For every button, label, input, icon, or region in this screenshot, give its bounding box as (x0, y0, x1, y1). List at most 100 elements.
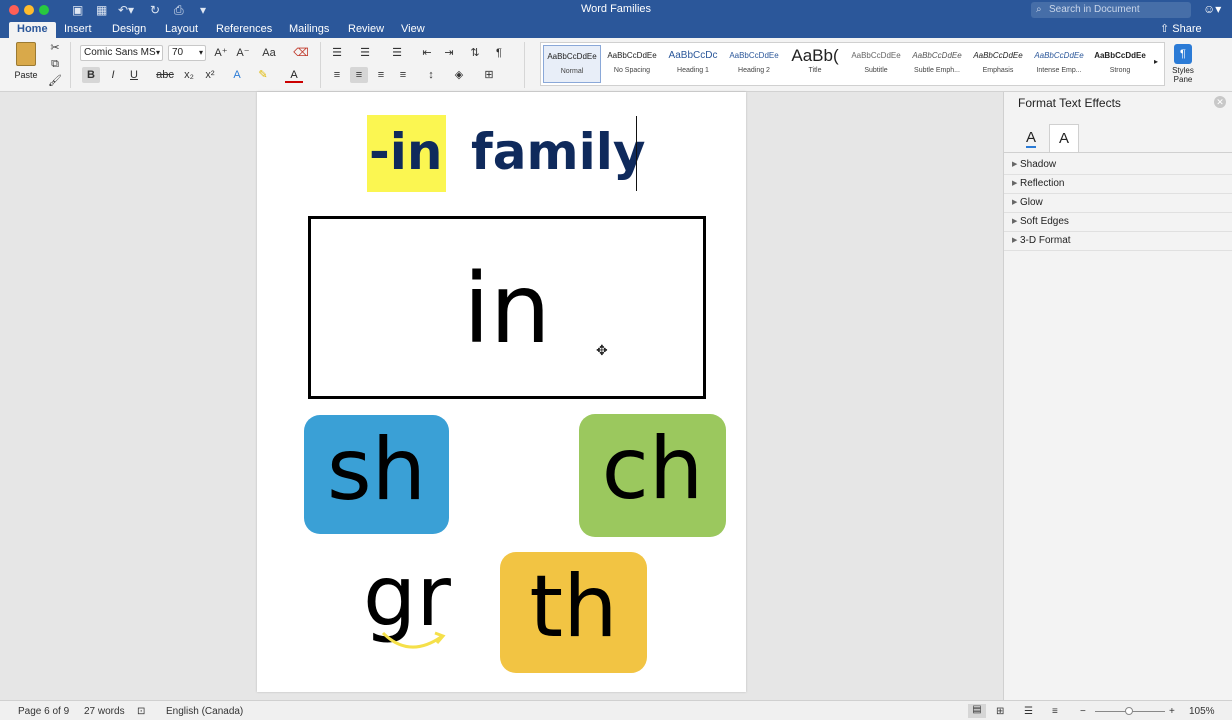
zoom-out-icon[interactable]: − (1080, 706, 1086, 717)
align-left-icon[interactable]: ≡ (328, 67, 346, 83)
cut-icon[interactable]: ✂ (46, 40, 64, 56)
chevron-down-icon: ▾ (198, 48, 203, 57)
multilevel-list-icon[interactable]: ☰ (388, 45, 406, 61)
style-name: Title (808, 67, 822, 74)
numbering-icon[interactable]: ☰ (356, 45, 374, 61)
draft-view-icon[interactable]: ≡ (1052, 706, 1058, 717)
strikethrough-button[interactable]: abc (156, 67, 174, 83)
account-icon[interactable]: ☺▾ (1203, 2, 1221, 16)
decrease-indent-icon[interactable]: ⇤ (418, 45, 436, 61)
shading-icon[interactable]: ◈ (450, 67, 468, 83)
heading-family[interactable]: family (471, 122, 645, 182)
language[interactable]: English (Canada) (166, 706, 243, 717)
outline-view-icon[interactable]: ☰ (1024, 706, 1033, 717)
format-painter-icon[interactable]: 🖌 (46, 73, 64, 89)
style-emphasis[interactable]: AaBbCcDdEe Emphasis (969, 45, 1027, 83)
font-color-icon[interactable]: A (285, 67, 303, 83)
close-icon[interactable]: ✕ (1214, 96, 1226, 108)
style-intense-emphasis[interactable]: AaBbCcDdEe Intense Emp... (1030, 45, 1088, 83)
word-box[interactable]: in (308, 216, 706, 399)
move-cursor-icon: ✥ (596, 342, 608, 358)
share-button[interactable]: ⇧ Share (1160, 22, 1202, 35)
style-title[interactable]: AaBb(Title (786, 45, 844, 83)
web-layout-icon[interactable]: ⊞ (996, 706, 1004, 717)
style-strong[interactable]: AaBbCcDdEe Strong (1091, 45, 1149, 83)
tab-layout[interactable]: Layout (157, 22, 206, 38)
section-glow[interactable]: ▶ Glow (1004, 194, 1232, 213)
text-effects-tab[interactable]: A (1049, 124, 1079, 152)
show-formatting-icon[interactable]: ¶ (490, 45, 508, 61)
style-preview: AaBbCcDdEe (851, 51, 901, 60)
style-heading-2[interactable]: AaBbCcDdEe Heading 2 (725, 45, 783, 83)
bullets-icon[interactable]: ☰ (328, 45, 346, 61)
print-layout-icon[interactable]: ▤ (968, 704, 986, 718)
zoom-in-icon[interactable]: + (1169, 706, 1175, 717)
subscript-button[interactable]: x₂ (180, 67, 198, 83)
heading-suffix[interactable]: -in (369, 122, 443, 182)
gallery-more-icon[interactable]: ▸ (1154, 57, 1158, 66)
styles-pane-button[interactable]: ¶ Styles Pane (1168, 44, 1198, 84)
text-fill-outline-tab[interactable]: A (1016, 124, 1046, 152)
style-preview: AaBbCcDdEe (912, 51, 962, 60)
paste-button[interactable]: Paste (10, 42, 42, 80)
style-preview: AaBbCcDdEe (1094, 51, 1146, 60)
tile-sh[interactable]: sh (304, 415, 449, 534)
copy-icon[interactable]: ⧉ (46, 56, 64, 72)
share-label: Share (1172, 23, 1202, 35)
section-soft-edges[interactable]: ▶ Soft Edges (1004, 213, 1232, 232)
zoom-slider-handle[interactable] (1125, 707, 1133, 715)
section-label: Reflection (1020, 178, 1065, 189)
style-subtle-emphasis[interactable]: AaBbCcDdEe Subtle Emph... (908, 45, 966, 83)
grow-font-icon[interactable]: A⁺ (212, 45, 230, 61)
expand-icon: ▶ (1012, 237, 1018, 244)
tab-insert[interactable]: Insert (56, 22, 100, 38)
expand-icon: ▶ (1012, 180, 1018, 187)
align-center-icon[interactable]: ≡ (350, 67, 368, 83)
align-right-icon[interactable]: ≡ (372, 67, 390, 83)
text-effects-icon[interactable]: A (228, 67, 246, 83)
style-no-spacing[interactable]: AaBbCcDdEe No Spacing (603, 45, 661, 83)
tile-th[interactable]: th (500, 552, 647, 673)
line-spacing-icon[interactable]: ↕ (422, 67, 440, 83)
tab-references[interactable]: References (208, 22, 280, 38)
zoom-level[interactable]: 105% (1189, 706, 1215, 717)
bold-button[interactable]: B (82, 67, 100, 83)
section-reflection[interactable]: ▶ Reflection (1004, 175, 1232, 194)
section-3d-format[interactable]: ▶ 3-D Format (1004, 232, 1232, 251)
highlight-color-icon[interactable]: ✎ (254, 67, 272, 83)
document-page[interactable]: -in family in ✥ sh ch gr th (257, 92, 746, 692)
proofing-icon[interactable]: ⊡ (137, 706, 145, 717)
tab-review[interactable]: Review (340, 22, 392, 38)
style-subtitle[interactable]: AaBbCcDdEe Subtitle (847, 45, 905, 83)
clear-formatting-icon[interactable]: ⌫ (292, 45, 310, 61)
tab-view[interactable]: View (393, 22, 433, 38)
section-shadow[interactable]: ▶ Shadow (1004, 156, 1232, 175)
change-case-icon[interactable]: Aa (260, 45, 278, 61)
borders-icon[interactable]: ⊞ (480, 67, 498, 83)
shrink-font-icon[interactable]: A⁻ (234, 45, 252, 61)
sort-icon[interactable]: ⇅ (466, 45, 484, 61)
page-count[interactable]: Page 6 of 9 (18, 706, 69, 717)
tab-home[interactable]: Home (9, 22, 56, 38)
justify-icon[interactable]: ≡ (394, 67, 412, 83)
search-placeholder: Search in Document (1049, 4, 1140, 15)
italic-button[interactable]: I (104, 67, 122, 83)
style-normal[interactable]: AaBbCcDdEe Normal (543, 45, 601, 83)
font-size-select[interactable]: 70 ▾ (168, 45, 206, 61)
section-label: Shadow (1020, 159, 1057, 170)
tab-mailings[interactable]: Mailings (281, 22, 337, 38)
increase-indent-icon[interactable]: ⇥ (440, 45, 458, 61)
word-box-text[interactable]: in (311, 249, 703, 369)
underline-button[interactable]: U (125, 67, 143, 83)
font-name-select[interactable]: Comic Sans MS ▾ (80, 45, 163, 61)
tab-design[interactable]: Design (104, 22, 154, 38)
search-input[interactable]: ⌕ Search in Document (1031, 2, 1191, 18)
word-count[interactable]: 27 words (84, 706, 125, 717)
style-heading-1[interactable]: AaBbCcDc Heading 1 (664, 45, 722, 83)
section-label: Glow (1020, 197, 1043, 208)
tile-sh-text: sh (326, 420, 427, 520)
tile-ch[interactable]: ch (579, 414, 726, 537)
superscript-button[interactable]: x² (201, 67, 219, 83)
section-label: Soft Edges (1020, 216, 1069, 227)
text-cursor (636, 116, 637, 191)
